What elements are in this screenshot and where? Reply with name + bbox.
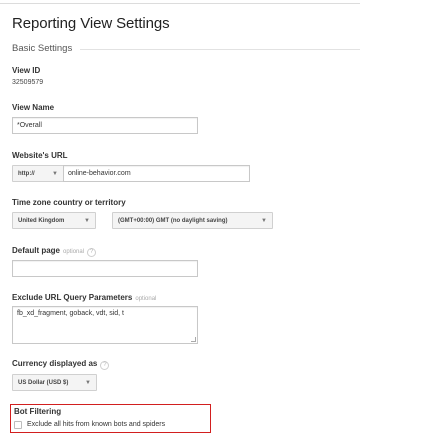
optional-tag: optional <box>63 249 85 255</box>
bot-filtering-checkbox[interactable] <box>14 421 22 429</box>
page-title: Reporting View Settings <box>12 15 170 32</box>
website-url-label: Website's URL <box>12 151 68 160</box>
help-icon[interactable]: ? <box>87 248 97 257</box>
bot-filtering-checkbox-label[interactable]: Exclude all hits from known bots and spi… <box>27 421 165 428</box>
timezone-value: (GMT+00:00) GMT (no daylight saving) <box>118 217 228 224</box>
protocol-select[interactable]: http:// ▼ <box>12 165 64 182</box>
top-divider <box>0 3 360 4</box>
chevron-down-icon: ▼ <box>52 170 58 177</box>
bot-filtering-label: Bot Filtering <box>14 407 62 416</box>
currency-label: Currency displayed as? <box>12 359 110 370</box>
exclude-params-textarea[interactable]: fb_xd_fragment, goback, vdt, sid, t <box>12 306 198 344</box>
website-url-value: online-behavior.com <box>68 170 131 177</box>
timezone-label: Time zone country or territory <box>12 198 126 207</box>
protocol-value: http:// <box>18 170 35 177</box>
default-page-label-text: Default page <box>12 246 61 255</box>
view-name-input[interactable]: *Overall <box>12 117 198 134</box>
currency-select[interactable]: US Dollar (USD $) ▼ <box>12 374 97 391</box>
view-name-value: *Overall <box>17 122 42 129</box>
help-icon[interactable]: ? <box>100 361 110 370</box>
default-page-input[interactable] <box>12 260 198 277</box>
view-id-value: 32509579 <box>12 79 44 86</box>
section-basic-settings: Basic Settings <box>12 43 73 54</box>
view-id-label: View ID <box>12 66 41 75</box>
exclude-params-label: Exclude URL Query Parameters optional <box>12 293 156 302</box>
section-divider <box>80 49 360 50</box>
chevron-down-icon: ▼ <box>85 379 91 386</box>
timezone-select[interactable]: (GMT+00:00) GMT (no daylight saving) ▼ <box>112 212 273 229</box>
currency-value: US Dollar (USD $) <box>18 379 69 386</box>
default-page-label: Default page optional? <box>12 246 97 257</box>
view-name-label: View Name <box>12 103 55 112</box>
country-value: United Kingdom <box>18 217 65 224</box>
website-url-input[interactable]: online-behavior.com <box>63 165 250 182</box>
chevron-down-icon: ▼ <box>261 217 267 224</box>
exclude-params-label-text: Exclude URL Query Parameters <box>12 293 133 302</box>
exclude-params-value: fb_xd_fragment, goback, vdt, sid, t <box>17 310 125 317</box>
resize-handle-icon[interactable] <box>191 337 196 342</box>
chevron-down-icon: ▼ <box>84 217 90 224</box>
currency-label-text: Currency displayed as <box>12 359 98 368</box>
country-select[interactable]: United Kingdom ▼ <box>12 212 96 229</box>
optional-tag: optional <box>135 296 157 302</box>
